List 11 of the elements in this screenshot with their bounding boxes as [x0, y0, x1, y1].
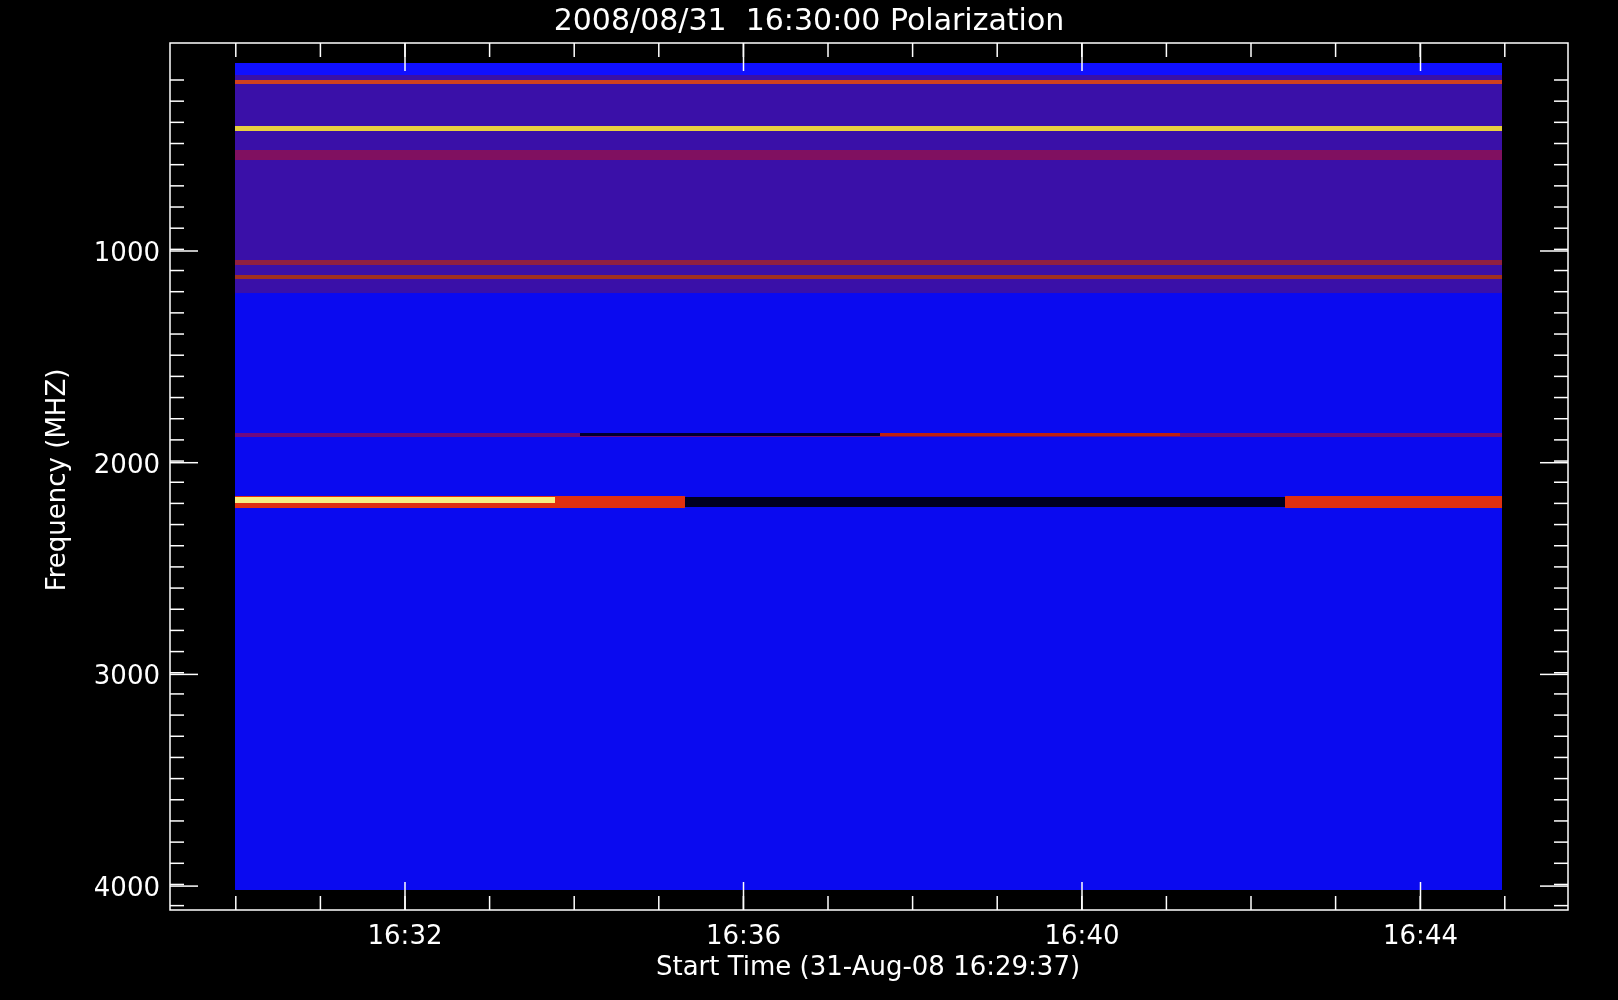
x-tick-label: 16:44 [1383, 920, 1458, 950]
x-tick-label: 16:32 [367, 920, 443, 950]
x-tick-label: 16:36 [706, 920, 781, 950]
x-tick-label: 16:40 [1044, 920, 1120, 950]
y-axis-title: Frequency (MHZ) [41, 368, 71, 592]
plot-title: 2008/08/31 16:30:00 Polarization [553, 2, 1065, 37]
y-tick-label: 4000 [93, 872, 160, 903]
y-tick-label: 2000 [93, 448, 160, 479]
y-tick-label: 1000 [93, 237, 160, 267]
y-tick-label: 3000 [93, 660, 160, 691]
x-axis-title: Start Time (31-Aug-08 16:29:37) [655, 951, 1081, 981]
